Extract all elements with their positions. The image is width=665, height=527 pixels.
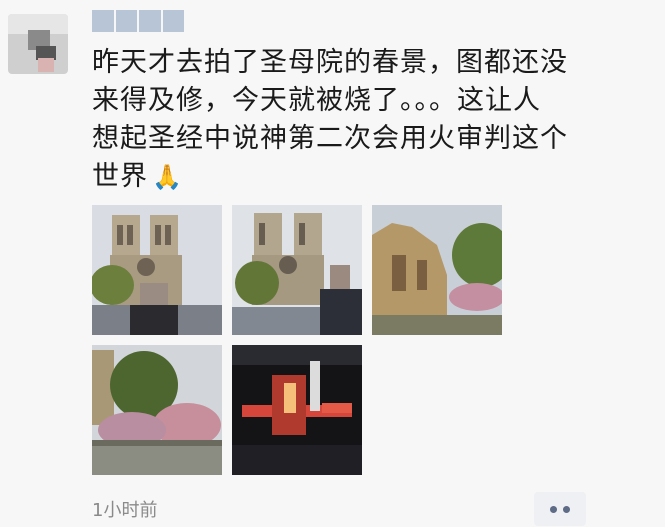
- spring-blossom-photo: [92, 345, 222, 475]
- notre-dame-side-photo: [372, 205, 502, 335]
- post-line: 世界 🙏: [92, 158, 612, 196]
- post-timestamp: 1小时前: [92, 500, 158, 521]
- more-actions-button[interactable]: [534, 492, 586, 526]
- avatar[interactable]: [8, 14, 68, 74]
- photo-thumbnail[interactable]: [92, 205, 222, 335]
- post-line: 来得及修，今天就被烧了。。。这让人: [92, 85, 541, 116]
- dot-icon: [563, 505, 570, 513]
- notre-dame-facade-person-photo: [232, 205, 362, 335]
- post-line: 昨天才去拍了圣母院的春景，图都还没: [92, 47, 568, 78]
- photo-thumbnail[interactable]: [372, 205, 502, 335]
- photo-grid: [92, 205, 512, 481]
- notre-dame-facade-photo: [92, 205, 222, 335]
- photo-thumbnail[interactable]: [232, 345, 362, 475]
- post-line: 想起圣经中说神第二次会用火审判这个: [92, 123, 568, 154]
- fire-night-photo: [232, 345, 362, 475]
- post-text: 昨天才去拍了圣母院的春景，图都还没 来得及修，今天就被烧了。。。这让人 想起圣经…: [92, 44, 612, 196]
- praying-hands-icon: 🙏: [152, 163, 183, 191]
- photo-thumbnail[interactable]: [92, 345, 222, 475]
- photo-thumbnail[interactable]: [232, 205, 362, 335]
- dot-icon: [550, 505, 557, 513]
- nickname-blurred[interactable]: [92, 10, 184, 32]
